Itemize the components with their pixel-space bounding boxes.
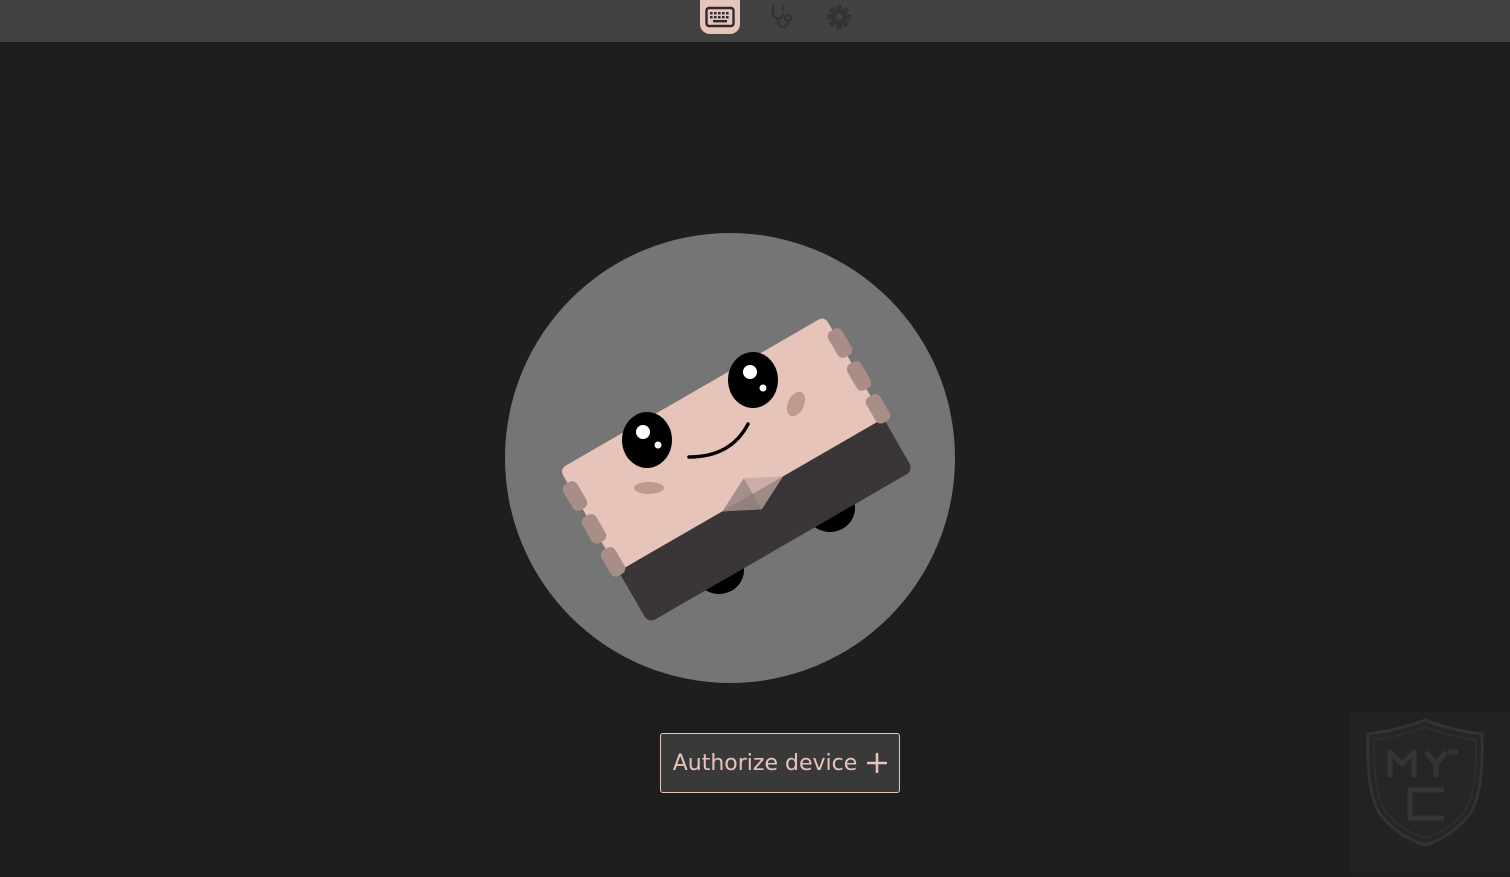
tab-settings[interactable] — [819, 0, 859, 34]
plus-icon — [867, 753, 888, 773]
tab-diagnostics[interactable] — [760, 0, 800, 34]
tab-keyboard[interactable] — [700, 0, 740, 34]
authorize-device-label: Authorize device — [672, 750, 858, 776]
gear-icon — [827, 5, 851, 29]
watermark — [1350, 712, 1510, 873]
mascot-cheek-left — [634, 482, 664, 494]
myc-shield-logo — [1366, 718, 1484, 847]
stethoscope-icon — [771, 4, 793, 28]
keyboard-mascot-illustration — [505, 233, 955, 683]
authorize-device-button[interactable]: Authorize device — [660, 733, 900, 793]
mascot-eye-right — [728, 352, 778, 408]
mascot-eye-left — [622, 412, 672, 468]
top-toolbar — [0, 0, 1510, 42]
keyboard-icon — [705, 6, 735, 28]
